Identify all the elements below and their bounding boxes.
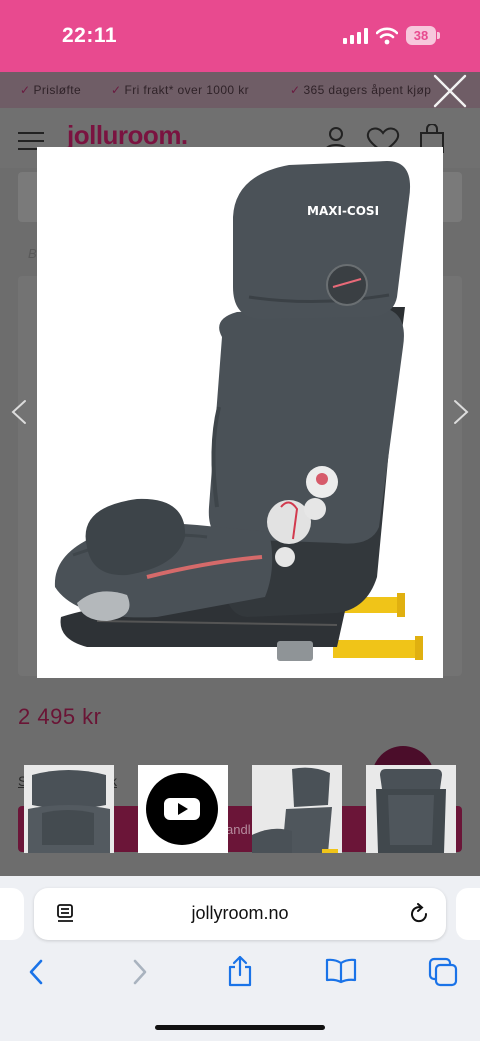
gallery-thumbnail-video[interactable] — [138, 765, 228, 853]
breadcrumb: B — [28, 246, 37, 261]
check-icon: ✓ — [290, 83, 301, 97]
cellular-signal-icon — [343, 28, 369, 44]
car-seat-image: MAXI-COSI — [54, 161, 423, 661]
close-icon[interactable] — [432, 73, 468, 109]
bookmarks-icon[interactable] — [325, 958, 357, 984]
forward-arrow-icon[interactable] — [130, 958, 150, 986]
promo-item: ✓ 365 dagers åpent kjøp — [290, 83, 431, 97]
promo-label: Fri frakt* over 1000 kr — [124, 83, 250, 97]
promo-item: ✓ Prisløfte — [20, 83, 81, 97]
product-image-lightbox[interactable]: MAXI-COSI — [37, 147, 443, 678]
back-arrow-icon[interactable] — [26, 958, 46, 986]
gallery-thumbnail[interactable] — [366, 765, 456, 853]
thumbnail-seat-side-image — [252, 767, 338, 853]
chevron-right-icon[interactable] — [450, 398, 472, 426]
image-brand-text: MAXI-COSI — [307, 204, 379, 218]
thumbnail-seat-front-image — [28, 770, 110, 853]
url-text[interactable]: jollyroom.no — [34, 903, 446, 924]
product-price: 2 495 kr — [18, 704, 102, 729]
previous-tab-preview[interactable] — [0, 888, 24, 940]
promo-label: 365 dagers åpent kjøp — [303, 83, 432, 97]
wifi-icon — [376, 27, 398, 45]
reload-icon[interactable] — [408, 903, 430, 925]
add-to-cart-label: andl — [226, 822, 251, 837]
battery-indicator: 38 — [406, 26, 436, 45]
youtube-play-icon — [164, 798, 200, 820]
next-tab-preview[interactable] — [456, 888, 480, 940]
promo-bar: ✓ Prisløfte ✓ Fri frakt* over 1000 kr ✓ 365… — [0, 72, 480, 108]
gallery-thumbnail[interactable] — [24, 765, 114, 853]
check-icon: ✓ — [111, 83, 122, 97]
tabs-icon[interactable] — [428, 957, 458, 987]
check-icon: ✓ — [20, 83, 31, 97]
share-icon[interactable] — [227, 955, 253, 987]
battery-cap — [437, 32, 440, 39]
home-indicator — [155, 1025, 325, 1030]
chevron-left-icon[interactable] — [8, 398, 30, 426]
page-menu-icon[interactable] — [55, 903, 77, 925]
status-time: 22:11 — [62, 24, 118, 47]
promo-item: ✓ Fri frakt* over 1000 kr — [111, 83, 249, 97]
promo-label: Prisløfte — [33, 83, 82, 97]
gallery-thumbnail[interactable] — [252, 765, 342, 853]
thumbnail-seat-back-image — [376, 769, 446, 853]
video-play-button[interactable] — [146, 773, 218, 845]
